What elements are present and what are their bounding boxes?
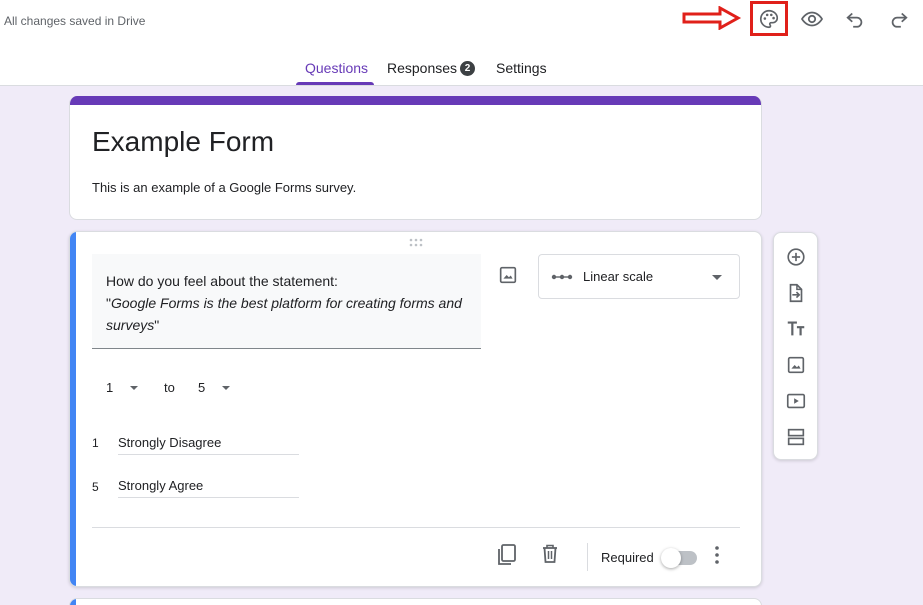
image-icon	[499, 266, 517, 284]
question-quote-close: "	[154, 317, 160, 333]
video-icon	[786, 393, 806, 409]
save-status: All changes saved in Drive	[4, 14, 146, 28]
next-question-card[interactable]	[69, 598, 762, 605]
redo-icon	[891, 12, 908, 28]
responses-count-badge: 2	[460, 61, 475, 76]
form-title[interactable]: Example Form	[92, 126, 274, 158]
trash-icon	[543, 544, 557, 563]
footer-divider	[92, 527, 740, 528]
chevron-down-icon	[712, 275, 722, 280]
import-icon	[789, 283, 803, 303]
text-title-icon	[787, 321, 805, 336]
tab-questions[interactable]: Questions	[305, 60, 368, 76]
add-image-button[interactable]	[497, 264, 519, 291]
question-type-dropdown[interactable]: Linear scale	[538, 254, 740, 299]
section-icon	[787, 428, 805, 446]
more-options-button[interactable]	[710, 545, 724, 570]
linear-scale-icon	[551, 274, 573, 280]
delete-button[interactable]	[540, 543, 560, 570]
add-video-button[interactable]	[784, 389, 808, 413]
scale-min-label-input[interactable]: Strongly Disagree	[118, 430, 299, 455]
scale-max-select[interactable]: 5	[198, 380, 205, 395]
required-label: Required	[601, 550, 654, 565]
toggle-knob	[661, 548, 681, 568]
import-questions-button[interactable]	[784, 281, 808, 305]
tab-settings[interactable]: Settings	[496, 60, 547, 76]
annotation-arrow-icon	[682, 6, 742, 30]
chevron-down-icon[interactable]	[130, 386, 138, 390]
redo-button[interactable]	[885, 5, 913, 33]
next-question-indicator	[70, 599, 76, 605]
question-line1: How do you feel about the statement:	[106, 273, 338, 289]
scale-max-number: 5	[92, 480, 99, 494]
customize-theme-button[interactable]	[755, 5, 783, 33]
floating-toolbar	[773, 232, 818, 460]
chevron-down-icon[interactable]	[222, 386, 230, 390]
question-quote-text: Google Forms is the best platform for cr…	[106, 295, 462, 333]
undo-button[interactable]	[841, 5, 869, 33]
form-title-card[interactable]: Example Form This is an example of a Goo…	[69, 96, 762, 220]
add-image-toolbar-button[interactable]	[784, 353, 808, 377]
tab-responses[interactable]: Responses	[387, 60, 457, 76]
required-toggle[interactable]	[661, 548, 697, 568]
question-title-input[interactable]: How do you feel about the statement: "Go…	[92, 254, 481, 349]
duplicate-button[interactable]	[496, 543, 518, 572]
preview-button[interactable]	[798, 5, 826, 33]
footer-separator	[587, 543, 588, 571]
add-circle-icon	[787, 248, 805, 266]
question-type-label: Linear scale	[583, 269, 654, 284]
eye-icon	[800, 11, 824, 27]
copy-icon	[498, 544, 516, 565]
active-tab-indicator	[296, 82, 374, 85]
add-question-button[interactable]	[784, 245, 808, 269]
more-vert-icon	[715, 546, 719, 564]
add-section-button[interactable]	[784, 425, 808, 449]
scale-max-label-input[interactable]: Strongly Agree	[118, 473, 299, 498]
active-question-indicator	[70, 232, 76, 586]
form-description[interactable]: This is an example of a Google Forms sur…	[92, 180, 356, 195]
undo-icon	[846, 12, 863, 28]
drag-handle-icon[interactable]	[409, 238, 423, 247]
image-icon	[787, 356, 805, 374]
scale-min-number: 1	[92, 436, 99, 450]
range-to-label: to	[164, 380, 175, 395]
add-title-description-button[interactable]	[784, 317, 808, 341]
scale-min-select[interactable]: 1	[106, 380, 113, 395]
palette-icon	[760, 9, 779, 29]
title-card-accent	[70, 96, 761, 105]
question-card[interactable]: How do you feel about the statement: "Go…	[69, 231, 762, 587]
